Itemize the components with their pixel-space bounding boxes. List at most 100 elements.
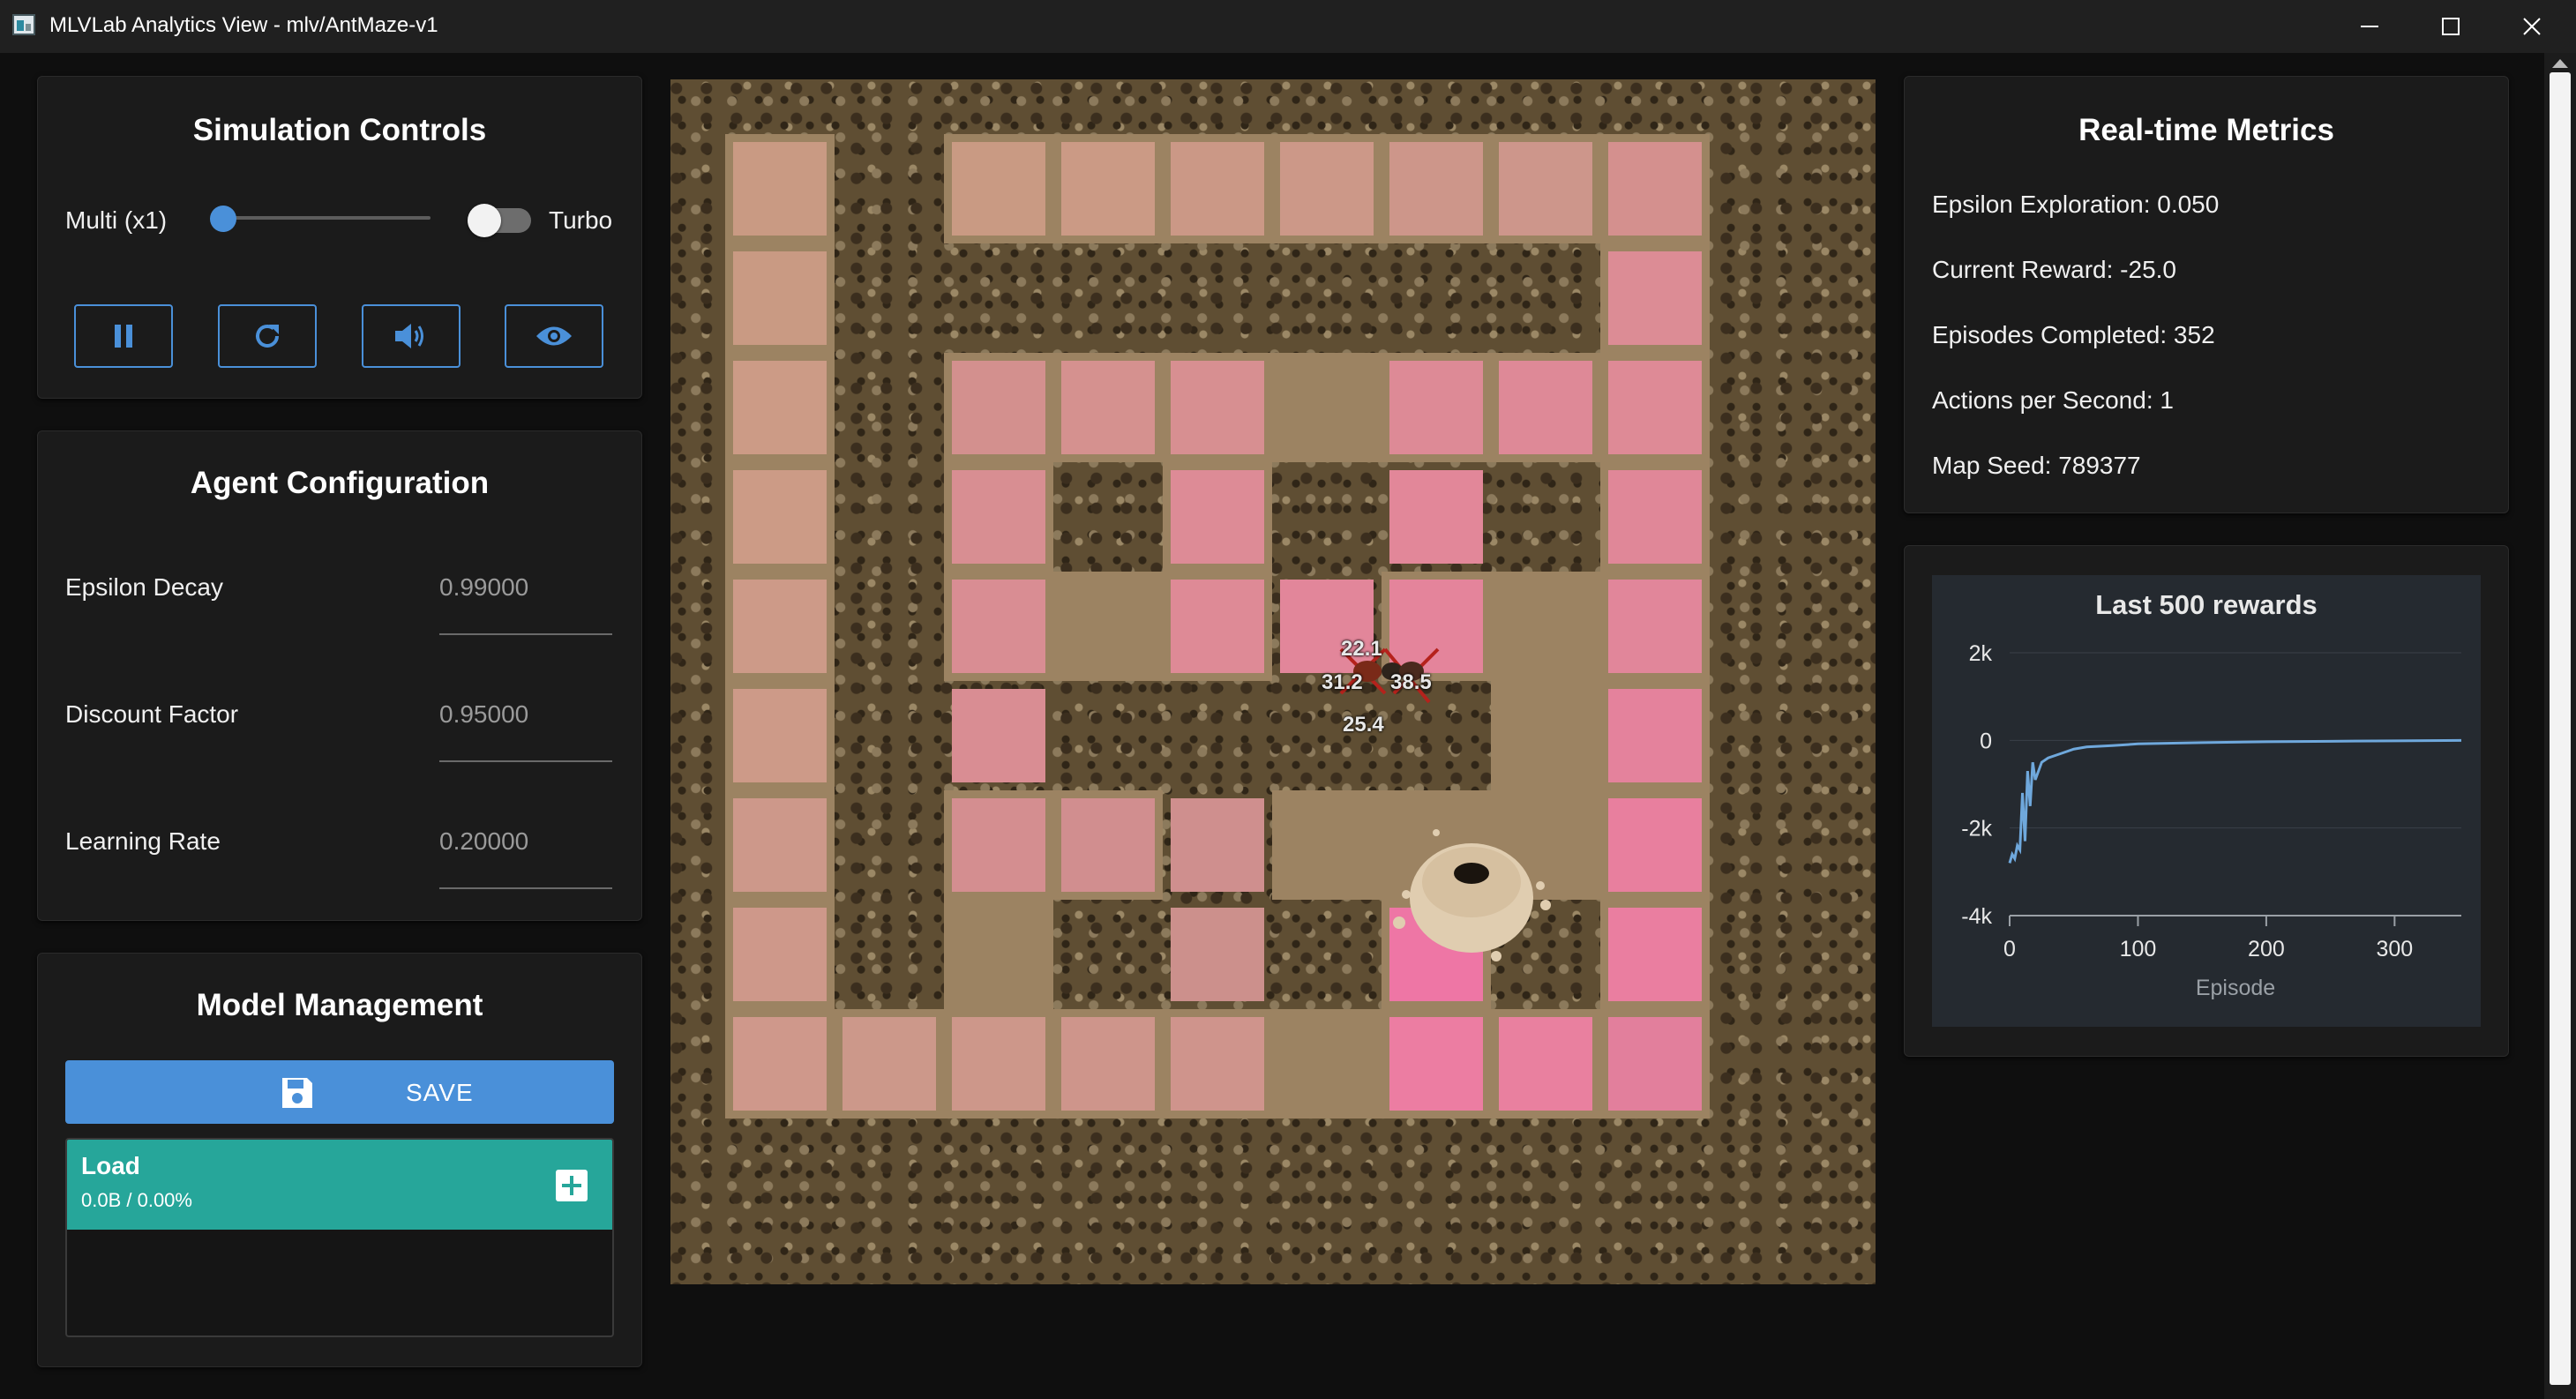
speed-slider-thumb[interactable] [210,206,236,232]
floppy-disk-icon [282,1078,312,1108]
maze-floor-cell [1053,572,1163,681]
maze-heat-tile [1499,361,1592,454]
close-button[interactable] [2491,0,2572,53]
maze-heat-tile [952,689,1045,782]
maze-heat-tile [733,142,827,236]
maze-floor-cell [1491,681,1600,790]
maze-heat-tile [1171,798,1264,892]
pause-button[interactable] [74,304,173,368]
maze-heat-tile [1499,1017,1592,1111]
maze-heat-tile [733,689,827,782]
maze-heat-tile [1608,1017,1702,1111]
minimize-button[interactable] [2329,0,2410,53]
discount-factor-input[interactable]: 0.95000 [439,700,528,729]
maze-heat-tile [952,1017,1045,1111]
epsilon-decay-input[interactable]: 0.99000 [439,573,528,602]
maze-heat-tile [1499,142,1592,236]
realtime-metrics-title: Real-time Metrics [2078,113,2334,147]
maze-heat-tile [1608,689,1702,782]
maze-heat-tile [1061,1017,1155,1111]
volume-button[interactable] [362,304,461,368]
eye-icon [536,326,572,346]
learning-rate-label: Learning Rate [65,827,221,855]
metric-current-reward: Current Reward: -25.0 [1932,256,2177,283]
window-title: MLVLab Analytics View - mlv/AntMaze-v1 [49,13,438,37]
maze-heat-tile [1389,470,1483,564]
maze-heat-tile [1608,251,1702,345]
x-tick-label: 100 [2120,937,2157,961]
restart-button[interactable] [218,304,317,368]
turbo-label: Turbo [549,206,613,234]
metric-episodes: Episodes Completed: 352 [1932,321,2215,348]
maze-heat-tile [1608,470,1702,564]
maze-floor-cell [944,900,1053,1009]
maze-canvas: 22.1 31.2 38.5 25.4 [670,79,1876,1284]
maze-floor-cell [1491,572,1600,681]
x-tick-label: 300 [2377,937,2414,961]
x-tick-label: 200 [2248,937,2285,961]
pause-icon [115,325,132,348]
q-value-up: 22.1 [1341,637,1382,661]
maze-floor-cell [1272,353,1382,462]
close-icon [2523,18,2541,35]
anthill-goal-icon [1393,829,1551,961]
maze-heat-tile [1608,798,1702,892]
maze-heat-tile [952,798,1045,892]
volume-icon [395,324,423,348]
maze-heat-tile [733,1017,827,1111]
save-button[interactable]: SAVE [65,1060,614,1124]
maze-heat-tile [1061,798,1155,892]
maze-heat-tile [733,470,827,564]
maze-heat-tile [1608,908,1702,1001]
maze-heat-tile [1171,580,1264,673]
speed-slider-track[interactable] [224,216,431,220]
maze-heat-tile [1280,142,1374,236]
chart-title: Last 500 rewards [2095,589,2318,620]
maze-heat-tile [1171,908,1264,1001]
maze-heat-tile [1389,142,1483,236]
maze-floor-cell [1272,1009,1382,1118]
metric-actions-per-second: Actions per Second: 1 [1932,386,2174,414]
maze-heat-tile [952,142,1045,236]
q-value-right: 38.5 [1390,670,1432,694]
title-bar: MLVLab Analytics View - mlv/AntMaze-v1 [0,0,2576,53]
load-dropzone[interactable]: Load 0.0B / 0.00% [65,1138,614,1337]
maze-heat-tile [952,580,1045,673]
y-tick-label: -4k [1961,904,1992,929]
rewards-chart: Last 500 rewards 2k 0 -2k -4k 0 100 200 300 Episo… [1961,589,2462,1000]
maze-heat-tile [733,361,827,454]
maze-heat-tile [1389,361,1483,454]
maze-heat-tile [1171,470,1264,564]
maze-heat-tile [733,251,827,345]
save-label: SAVE [406,1079,474,1106]
model-management-title: Model Management [196,988,483,1022]
x-axis-label: Episode [2196,976,2275,1000]
restart-icon [256,325,279,348]
add-file-icon[interactable] [556,1170,588,1201]
scroll-up-icon[interactable] [2551,58,2569,69]
epsilon-decay-underline [439,633,612,635]
maze-heat-tile [1608,142,1702,236]
app-icon [12,14,35,35]
learning-rate-input[interactable]: 0.20000 [439,827,528,856]
maze-heat-tile [1061,361,1155,454]
turbo-toggle-thumb[interactable] [468,204,501,237]
maze-heat-tile [1608,580,1702,673]
x-tick-label: 0 [2003,937,2016,961]
maze-heat-tile [842,1017,936,1111]
maze-heat-tile [733,908,827,1001]
maze-heat-tile [1171,142,1264,236]
scrollbar-thumb[interactable] [2550,72,2571,1385]
visibility-button[interactable] [505,304,603,368]
maximize-icon [2442,18,2460,35]
maze-heat-tile [1061,142,1155,236]
q-value-down: 25.4 [1343,713,1384,737]
load-title: Load [81,1152,140,1179]
maximize-button[interactable] [2410,0,2491,53]
maze-heat-tile [952,361,1045,454]
q-value-left: 31.2 [1322,670,1363,694]
agent-configuration-title: Agent Configuration [190,466,490,500]
maze-heat-tile [1389,1017,1483,1111]
maze-heat-tile [952,470,1045,564]
discount-factor-label: Discount Factor [65,700,239,728]
